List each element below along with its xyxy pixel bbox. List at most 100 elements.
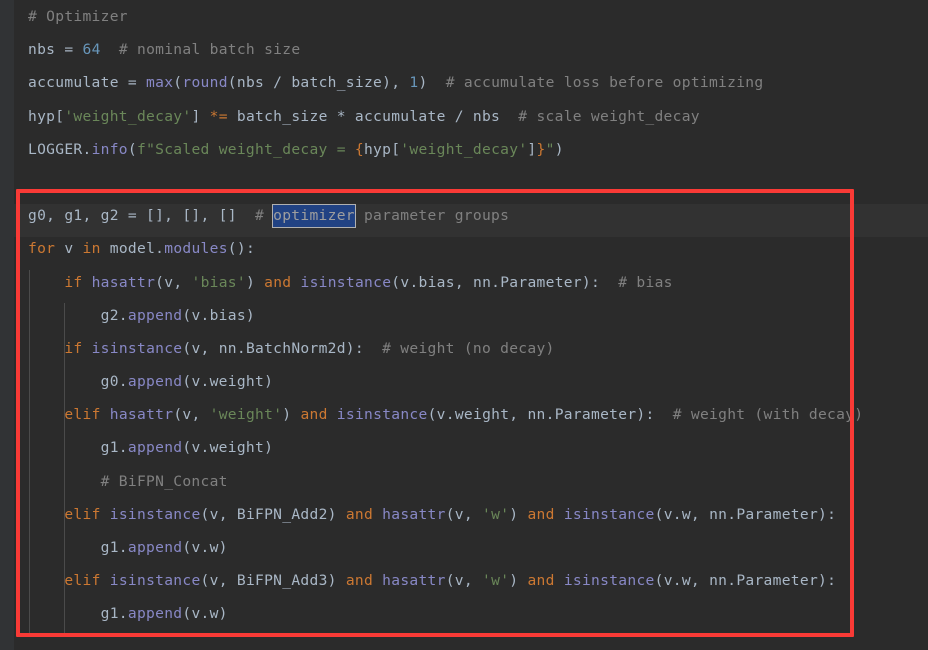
- code-token: # accumulate loss before optimizing: [445, 74, 764, 92]
- line-logger-info[interactable]: LOGGER.info(f"Scaled weight_decay = {hyp…: [0, 133, 928, 166]
- code-token: (v,: [445, 505, 483, 523]
- code-token: (v.w, nn.Parameter):: [654, 572, 837, 590]
- line-g1-append-w-2[interactable]: g1.append(v.w): [0, 597, 928, 630]
- line-comment-optimizer[interactable]: # Optimizer: [0, 0, 928, 33]
- code-token: elif: [64, 406, 101, 424]
- line-elif-bifpn-add2[interactable]: elif isinstance(v, BiFPN_Add2) and hasat…: [0, 498, 928, 531]
- code-token: (v.bias): [182, 306, 255, 324]
- code-token: and: [345, 505, 374, 523]
- line-g0-append-weight[interactable]: g0.append(v.weight): [0, 365, 928, 398]
- code-token: isinstance: [300, 273, 392, 291]
- code-token: hasattr: [109, 406, 174, 424]
- code-token: g1.: [28, 605, 128, 623]
- code-token: (v, BiFPN_Add3): [200, 572, 346, 590]
- code-token: *=: [209, 107, 228, 125]
- code-editor[interactable]: # Optimizer nbs = 64 # nominal batch size…: [0, 0, 928, 650]
- code-token: isinstance: [563, 505, 655, 523]
- code-token: (v,: [155, 273, 192, 291]
- line-if-bias[interactable]: if hasattr(v, 'bias') and isinstance(v.b…: [0, 266, 928, 299]
- code-token: parameter groups: [354, 207, 510, 225]
- code-token: if: [64, 273, 83, 291]
- code-token: ): [245, 273, 265, 291]
- line-g2-append-bias[interactable]: g2.append(v.bias): [0, 299, 928, 332]
- code-token: (v.weight): [182, 439, 274, 457]
- selected-word-optimizer[interactable]: optimizer: [272, 204, 356, 229]
- code-token: (v, nn.BatchNorm2d):: [182, 339, 383, 357]
- code-token: g1.: [28, 439, 128, 457]
- code-token: }: [536, 140, 546, 158]
- code-token: g0.: [28, 373, 128, 391]
- code-token: for: [28, 240, 56, 258]
- code-token: (v.w, nn.Parameter):: [654, 505, 837, 523]
- code-token: isinstance: [563, 572, 655, 590]
- code-token: #: [254, 207, 274, 225]
- code-token: and: [264, 273, 292, 291]
- code-token: append: [127, 373, 183, 391]
- line-weight-decay-scale[interactable]: hyp['weight_decay'] *= batch_size * accu…: [0, 100, 928, 133]
- code-token: (v.w): [182, 605, 228, 623]
- line-for-modules[interactable]: for v in model.modules():: [0, 232, 928, 265]
- code-token: 'weight': [209, 406, 283, 424]
- code-token: (v.w): [182, 539, 228, 556]
- code-token: if: [64, 339, 83, 357]
- code-token: # nominal batch size: [118, 41, 301, 59]
- line-nbs[interactable]: nbs = 64 # nominal batch size: [0, 33, 928, 66]
- line-g1-append-weight[interactable]: g1.append(v.weight): [0, 431, 928, 464]
- code-token: 'w': [482, 572, 510, 590]
- line-comment-bifpn-concat[interactable]: # BiFPN_Concat: [0, 465, 928, 498]
- code-token: modules: [164, 240, 228, 258]
- code-token: and: [300, 406, 328, 424]
- code-token: (v,: [445, 572, 483, 590]
- code-token: # BiFPN_Concat: [100, 472, 228, 490]
- code-token: elif: [64, 572, 101, 590]
- code-token: round: [182, 74, 228, 92]
- code-token: 'w': [482, 505, 510, 523]
- code-token: max: [146, 74, 174, 92]
- code-token: f"Scaled weight_decay =: [136, 140, 355, 158]
- code-token: hyp[: [28, 107, 65, 125]
- line-if-batchnorm[interactable]: if isinstance(v, nn.BatchNorm2d): # weig…: [0, 332, 928, 365]
- code-token: elif: [64, 505, 101, 523]
- line-accumulate[interactable]: accumulate = max(round(nbs / batch_size)…: [0, 66, 928, 99]
- code-text-area[interactable]: # Optimizer nbs = 64 # nominal batch size…: [0, 0, 928, 631]
- code-token: ():: [227, 240, 256, 258]
- code-token: ): [509, 572, 528, 590]
- code-token: (nbs / batch_size),: [227, 74, 410, 92]
- code-token: ]: [527, 140, 537, 158]
- code-token: batch_size * accumulate / nbs: [227, 107, 519, 125]
- code-token: accumulate =: [28, 74, 147, 92]
- code-token: (v,: [173, 406, 210, 424]
- code-token: {: [354, 140, 364, 158]
- code-token: ): [509, 505, 528, 523]
- line-elif-bifpn-add3[interactable]: elif isinstance(v, BiFPN_Add3) and hasat…: [0, 564, 928, 597]
- code-token: g0, g1, g2 = [], [], []: [28, 207, 255, 225]
- code-token: 64: [82, 41, 101, 59]
- code-token: # scale weight_decay: [518, 107, 700, 125]
- code-token: (v.weight, nn.Parameter):: [427, 406, 673, 424]
- code-token: ): [554, 140, 564, 158]
- code-token: LOGGER.: [28, 140, 92, 158]
- code-token: 'weight_decay': [400, 140, 528, 158]
- code-token: hasattr: [91, 273, 156, 291]
- code-token: and: [527, 505, 555, 523]
- code-token: ): [282, 406, 301, 424]
- code-token: append: [127, 306, 183, 324]
- code-token: (v.bias, nn.Parameter):: [391, 273, 619, 291]
- code-token: 'weight_decay': [64, 107, 192, 125]
- line-blank-1[interactable]: [0, 166, 928, 199]
- line-g-groups[interactable]: g0, g1, g2 = [], [], [] # optimizer para…: [0, 199, 928, 232]
- line-g1-append-w-1[interactable]: g1.append(v.w): [0, 531, 928, 564]
- line-elif-hasattr-weight[interactable]: elif hasattr(v, 'weight') and isinstance…: [0, 398, 928, 431]
